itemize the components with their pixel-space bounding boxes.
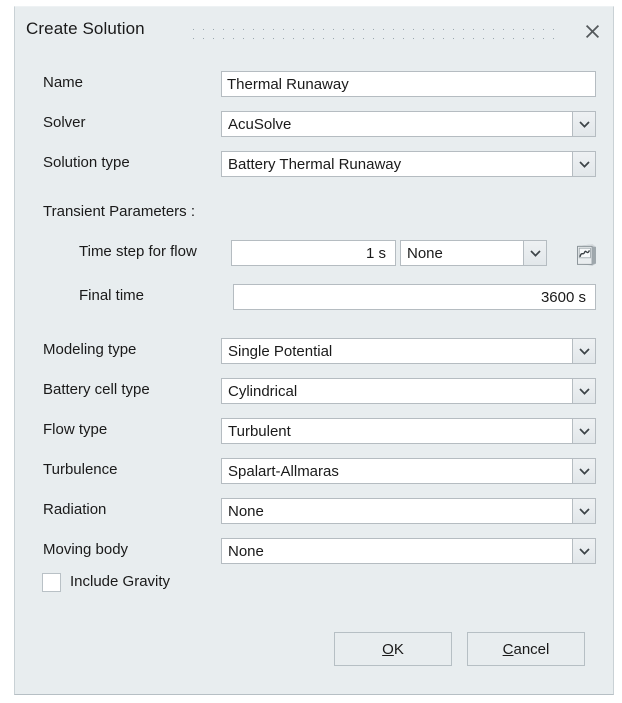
dialog-titlebar: Create Solution bbox=[15, 7, 613, 53]
time-step-input[interactable]: 1 s bbox=[231, 240, 396, 266]
include-gravity-label[interactable]: Include Gravity bbox=[70, 573, 170, 590]
row-include-gravity: Include Gravity bbox=[15, 570, 613, 598]
moving-body-select[interactable]: None bbox=[221, 538, 596, 564]
label-name: Name bbox=[43, 74, 84, 91]
chevron-down-icon[interactable] bbox=[572, 151, 596, 177]
solver-select[interactable]: AcuSolve bbox=[221, 111, 596, 137]
turbulence-select[interactable]: Spalart-Allmaras bbox=[221, 458, 596, 484]
chevron-down-icon[interactable] bbox=[572, 498, 596, 524]
turbulence-select-value: Spalart-Allmaras bbox=[221, 458, 572, 484]
radiation-select[interactable]: None bbox=[221, 498, 596, 524]
solution-type-select[interactable]: Battery Thermal Runaway bbox=[221, 151, 596, 177]
modeling-type-select[interactable]: Single Potential bbox=[221, 338, 596, 364]
row-moving-body: Moving body None bbox=[15, 538, 613, 566]
chevron-down-icon[interactable] bbox=[572, 458, 596, 484]
row-name: Name Thermal Runaway bbox=[15, 71, 613, 99]
close-icon[interactable] bbox=[577, 17, 607, 45]
battery-cell-type-select-value: Cylindrical bbox=[221, 378, 572, 404]
label-turbulence: Turbulence bbox=[43, 461, 118, 478]
label-flow-type: Flow type bbox=[43, 421, 108, 438]
label-moving-body: Moving body bbox=[43, 541, 129, 558]
row-final-time: Final time 3600 s bbox=[15, 284, 613, 312]
label-battery-cell-type: Battery cell type bbox=[43, 381, 150, 398]
solution-type-select-value: Battery Thermal Runaway bbox=[221, 151, 572, 177]
flow-type-select[interactable]: Turbulent bbox=[221, 418, 596, 444]
chevron-down-icon[interactable] bbox=[523, 240, 547, 266]
row-solver: Solver AcuSolve bbox=[15, 111, 613, 139]
time-step-ramp-value: None bbox=[400, 240, 523, 266]
label-solver: Solver bbox=[43, 114, 86, 131]
time-step-ramp-select[interactable]: None bbox=[400, 240, 547, 266]
final-time-input[interactable]: 3600 s bbox=[233, 284, 596, 310]
battery-cell-type-select[interactable]: Cylindrical bbox=[221, 378, 596, 404]
chevron-down-icon[interactable] bbox=[572, 418, 596, 444]
row-flow-type: Flow type Turbulent bbox=[15, 418, 613, 446]
cancel-button-mnemonic: C bbox=[502, 640, 514, 658]
row-time-step: Time step for flow 1 s None bbox=[15, 240, 613, 268]
label-radiation: Radiation bbox=[43, 501, 107, 518]
moving-body-select-value: None bbox=[221, 538, 572, 564]
drag-grip-dots-icon[interactable] bbox=[192, 28, 562, 40]
row-turbulence: Turbulence Spalart-Allmaras bbox=[15, 458, 613, 486]
label-solution-type: Solution type bbox=[43, 154, 130, 171]
chevron-down-icon[interactable] bbox=[572, 378, 596, 404]
flow-type-select-value: Turbulent bbox=[221, 418, 572, 444]
create-solution-dialog: Create Solution Name Thermal Runaway Sol… bbox=[14, 6, 614, 695]
modeling-type-select-value: Single Potential bbox=[221, 338, 572, 364]
label-modeling-type: Modeling type bbox=[43, 341, 137, 358]
ok-button-rest: K bbox=[393, 640, 404, 658]
chevron-down-icon[interactable] bbox=[572, 338, 596, 364]
name-input[interactable]: Thermal Runaway bbox=[221, 71, 596, 97]
chevron-down-icon[interactable] bbox=[572, 538, 596, 564]
chevron-down-icon[interactable] bbox=[572, 111, 596, 137]
radiation-select-value: None bbox=[221, 498, 572, 524]
dialog-title: Create Solution bbox=[26, 19, 145, 38]
include-gravity-checkbox[interactable] bbox=[42, 573, 61, 592]
row-modeling-type: Modeling type Single Potential bbox=[15, 338, 613, 366]
solver-select-value: AcuSolve bbox=[221, 111, 572, 137]
label-final-time: Final time bbox=[79, 287, 145, 304]
curve-editor-icon[interactable] bbox=[571, 239, 601, 269]
ok-button[interactable]: OK bbox=[334, 632, 452, 666]
row-battery-cell-type: Battery cell type Cylindrical bbox=[15, 378, 613, 406]
cancel-button[interactable]: Cancel bbox=[467, 632, 585, 666]
ok-button-mnemonic: O bbox=[382, 640, 394, 658]
transient-parameters-heading: Transient Parameters : bbox=[43, 203, 195, 220]
row-solution-type: Solution type Battery Thermal Runaway bbox=[15, 151, 613, 179]
cancel-button-rest: ancel bbox=[513, 640, 550, 658]
label-time-step: Time step for flow bbox=[79, 243, 197, 260]
row-radiation: Radiation None bbox=[15, 498, 613, 526]
